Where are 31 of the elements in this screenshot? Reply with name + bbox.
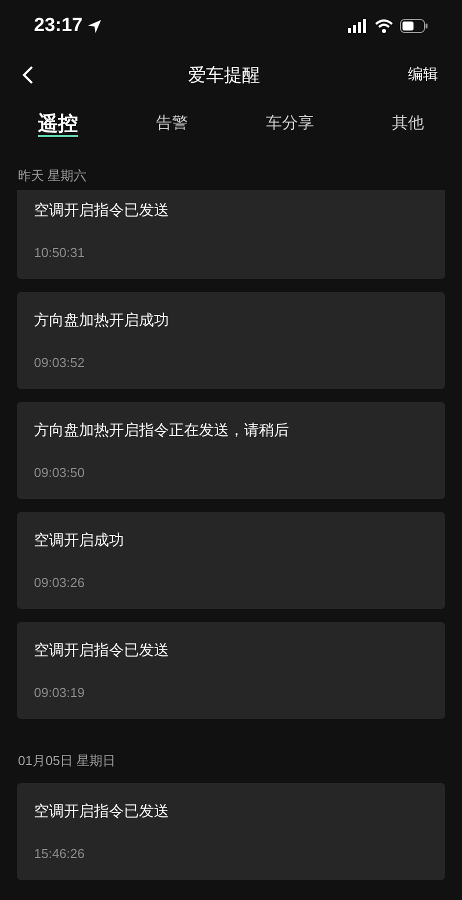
notification-card[interactable]: 方向盘加热开启指令正在发送，请稍后 09:03:50	[17, 402, 445, 499]
notification-message: 空调开启指令已发送	[34, 802, 170, 822]
notification-time: 09:03:50	[34, 464, 86, 482]
notification-time: 10:50:31	[34, 244, 86, 262]
signal-icon	[348, 19, 368, 33]
edit-button[interactable]: 编辑	[406, 64, 440, 86]
notification-message: 空调开启指令已发送	[34, 641, 170, 661]
notification-card[interactable]: 方向盘加热开启成功 09:03:52	[17, 292, 445, 389]
tab[interactable]: 遥控	[38, 113, 78, 137]
notification-message: 空调开启指令已发送	[34, 201, 170, 221]
battery-icon	[400, 19, 428, 33]
notification-message: 方向盘加热开启指令正在发送，请稍后	[34, 421, 290, 441]
notification-time: 09:03:52	[34, 354, 86, 372]
notification-time: 15:46:26	[34, 844, 86, 862]
tab[interactable]: 告警	[156, 113, 188, 137]
notification-card[interactable]: 空调开启指令已发送 15:46:26	[17, 783, 445, 880]
notification-card[interactable]: 空调开启成功 09:03:26	[17, 512, 445, 609]
notification-time: 09:03:19	[34, 684, 86, 702]
notification-time: 09:03:26	[34, 574, 86, 592]
notification-message: 空调开启成功	[34, 531, 125, 551]
location-arrow-icon	[86, 18, 102, 34]
notification-message: 方向盘加热开启成功	[34, 311, 170, 331]
status-time: 23:17	[34, 14, 83, 38]
notification-card[interactable]: 空调开启指令已发送 09:03:19	[17, 622, 445, 719]
notification-card[interactable]: 空调开启指令已发送 10:50:31	[17, 190, 445, 279]
tab[interactable]: 车分享	[266, 113, 314, 137]
page-title: 爱车提醒	[188, 64, 260, 86]
date-heading: 01月05日 星期日	[18, 752, 116, 770]
tab[interactable]: 其他	[392, 113, 424, 137]
wifi-icon	[375, 19, 393, 33]
date-heading: 昨天 星期六	[18, 167, 87, 186]
